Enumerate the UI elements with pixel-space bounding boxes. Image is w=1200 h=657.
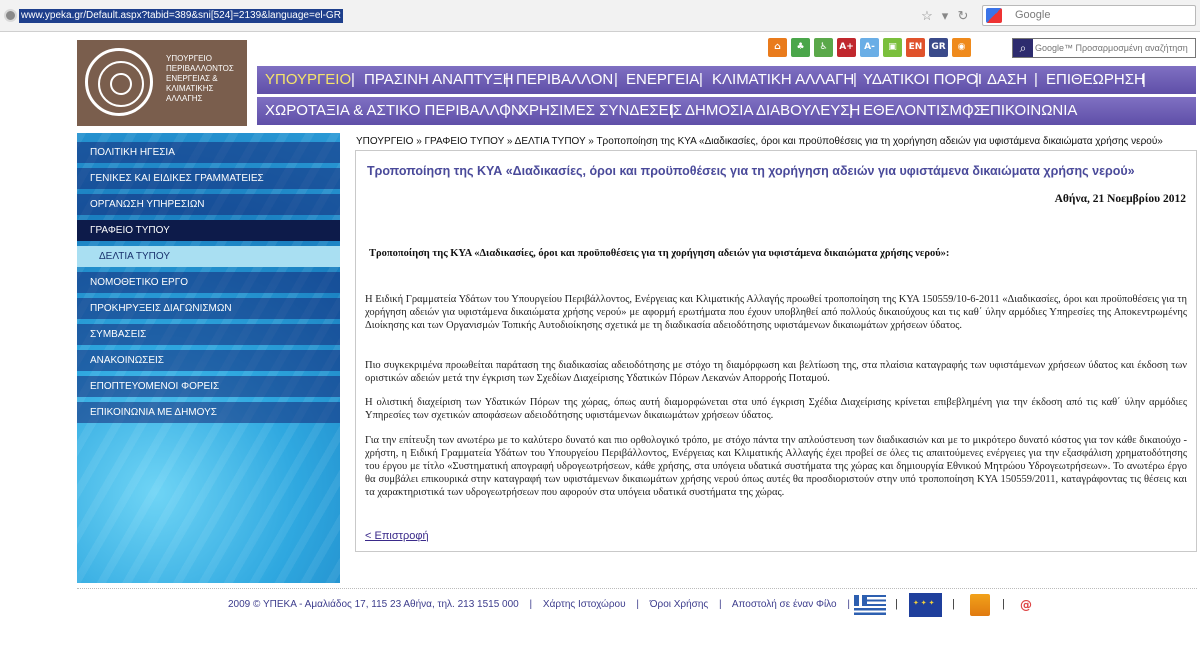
search-icon[interactable]: ⌕ — [1013, 39, 1033, 57]
font-smaller-icon[interactable]: A- — [860, 38, 879, 57]
footer-separator: | — [1002, 598, 1005, 610]
nav-energy[interactable]: ΕΝΕΡΓΕΙΑ — [626, 66, 699, 94]
bookmark-star-icon[interactable]: ☆ — [919, 7, 935, 25]
nav-separator: | — [1142, 71, 1146, 88]
eu-flag-icon[interactable] — [909, 593, 942, 617]
footer-separator: | — [636, 599, 639, 610]
site-search: ⌕ — [1012, 38, 1196, 58]
sidebar-item-contracts[interactable]: ΣΥΜΒΑΣΕΙΣ — [77, 324, 340, 345]
nav-inspection[interactable]: ΕΠΙΘΕΩΡΗΣΗ — [1046, 66, 1145, 94]
nav-environment[interactable]: ΠΕΡΙΒΑΛΛΟΝ — [516, 66, 613, 94]
nav-volunteering[interactable]: ΕΘΕΛΟΝΤΙΣΜΟΣ — [863, 97, 983, 125]
nav-separator: | — [967, 102, 971, 119]
article-paragraph: Πιο συγκεκριμένα προωθείται παράταση της… — [365, 360, 1187, 384]
nav-public-consultation[interactable]: ΔΗΜΟΣΙΑ ΔΙΑΒΟΥΛΕΥΣΗ — [685, 97, 860, 125]
article-content: Τροποποίηση της ΚΥΑ «Διαδικασίες, όροι κ… — [355, 150, 1197, 552]
article-date: Αθήνα, 21 Νοεμβρίου 2012 — [1054, 193, 1186, 205]
nav-separator: | — [351, 71, 355, 88]
footer-separator: | — [719, 599, 722, 610]
logo-emblem-icon — [85, 48, 153, 116]
address-bar[interactable]: www.ypeka.gr/Default.aspx?tabid=389&sni[… — [19, 9, 343, 23]
nav-separator: | — [504, 102, 508, 119]
sidebar-item-municipalities-contact[interactable]: ΕΠΙΚΟΙΝΩΝΙΑ ΜΕ ΔΗΜΟΥΣ — [77, 402, 340, 423]
sidebar-item-legislation[interactable]: ΝΟΜΟΘΕΤΙΚΟ ΕΡΓΟ — [77, 272, 340, 293]
nav-contact[interactable]: ΕΠΙΚΟΙΝΩΝΙΑ — [980, 97, 1077, 125]
nav-separator: | — [849, 102, 853, 119]
article-paragraph: Η ολιστική διαχείριση των Υδατικών Πόρων… — [365, 397, 1187, 421]
sidebar-item-announcements[interactable]: ΑΝΑΚΟΙΝΩΣΕΙΣ — [77, 350, 340, 371]
page-title: Τροποποίηση της ΚΥΑ «Διαδικασίες, όροι κ… — [367, 164, 1135, 178]
nav-spatial-planning[interactable]: ΧΩΡΟΤΑΞΙΑ & ΑΣΤΙΚΟ ΠΕΡΙΒΑΛΛΟΝ — [265, 97, 522, 125]
search-input[interactable] — [1035, 40, 1195, 56]
site-identity-icon[interactable] — [4, 9, 17, 22]
footer-link-sitemap[interactable]: Χάρτης Ιστοχώρου — [543, 599, 626, 610]
logo-text: ΥΠΟΥΡΓΕΙΟ ΠΕΡΙΒΑΛΛΟΝΤΟΣ ΕΝΕΡΓΕΙΑΣ & ΚΛΙΜ… — [166, 54, 246, 104]
nav-water-resources[interactable]: ΥΔΑΤΙΚΟΙ ΠΟΡΟΙ — [863, 66, 982, 94]
google-icon — [986, 8, 1002, 23]
sidebar-subitem-press-releases[interactable]: ΔΕΛΤΙΑ ΤΥΠΟΥ — [77, 246, 340, 267]
sidebar-item-organization[interactable]: ΟΡΓΑΝΩΣΗ ΥΠΗΡΕΣΙΩΝ — [77, 194, 340, 215]
footer-link-terms[interactable]: Όροι Χρήσης — [650, 599, 708, 610]
nav-climate-change[interactable]: ΚΛΙΜΑΤΙΚΗ ΑΛΛΑΓΗ — [712, 66, 854, 94]
sidebar-item-supervised-bodies[interactable]: ΕΠΟΠΤΕΥΟΜΕΝΟΙ ΦΟΡΕΙΣ — [77, 376, 340, 397]
footer-separator: | — [847, 599, 850, 610]
nav-separator: | — [853, 71, 857, 88]
home-icon[interactable]: ⌂ — [768, 38, 787, 57]
nav-useful-links[interactable]: ΧΡΗΣΙΜΕΣ ΣΥΝΔΕΣΕΙΣ — [519, 97, 682, 125]
article-paragraph: Η Ειδική Γραμματεία Υδάτων του Υπουργείο… — [365, 294, 1187, 331]
rss-icon[interactable]: ◉ — [952, 38, 971, 57]
sidebar-item-political-leadership[interactable]: ΠΟΛΙΤΙΚΗ ΗΓΕΣΙΑ — [77, 142, 340, 163]
nav-separator: | — [505, 71, 509, 88]
greek-icon[interactable]: GR — [929, 38, 948, 57]
nav-ministry[interactable]: ΥΠΟΥΡΓΕΙΟ — [265, 66, 351, 94]
logo-line: ΠΕΡΙΒΑΛΛΟΝΤΟΣ — [166, 64, 234, 73]
footer-link-send-to-friend[interactable]: Αποστολή σε έναν Φίλο — [732, 599, 837, 610]
footer-separator: | — [952, 598, 955, 610]
sidebar-item-press-office[interactable]: ΓΡΑΦΕΙΟ ΤΥΠΟΥ — [77, 220, 340, 241]
email-icon[interactable]: @ — [1020, 598, 1044, 612]
sitemap-icon[interactable]: ♣ — [791, 38, 810, 57]
dropdown-icon[interactable]: ▾ — [937, 7, 953, 25]
logo-line: ΕΝΕΡΓΕΙΑΣ & — [166, 74, 218, 83]
secondary-nav: ΧΩΡΟΤΑΞΙΑ & ΑΣΤΙΚΟ ΠΕΡΙΒΑΛΛΟΝ | ΧΡΗΣΙΜΕΣ… — [257, 97, 1196, 125]
nav-separator: | — [975, 71, 979, 88]
english-icon[interactable]: EN — [906, 38, 925, 57]
nav-separator: | — [699, 71, 703, 88]
breadcrumb[interactable]: ΥΠΟΥΡΓΕΙΟ » ΓΡΑΦΕΙΟ ΤΥΠΟΥ » ΔΕΛΤΙΑ ΤΥΠΟΥ… — [356, 136, 1196, 147]
sidebar: ΠΟΛΙΤΙΚΗ ΗΓΕΣΙΑ ΓΕΝΙΚΕΣ ΚΑΙ ΕΙΔΙΚΕΣ ΓΡΑΜ… — [77, 133, 340, 583]
browser-toolbar: www.ypeka.gr/Default.aspx?tabid=389&sni[… — [0, 0, 1200, 32]
back-link[interactable]: < Επιστροφή — [365, 530, 429, 542]
footer-separator: | — [895, 598, 898, 610]
greek-flag-icon[interactable] — [854, 595, 886, 615]
logo-line: ΑΛΛΑΓΗΣ — [166, 94, 203, 103]
nav-green-growth[interactable]: ΠΡΑΣΙΝΗ ΑΝΑΠΤΥΞΗ — [364, 66, 514, 94]
sidebar-item-tenders[interactable]: ΠΡΟΚΗΡΥΞΕΙΣ ΔΙΑΓΩΝΙΣΜΩΝ — [77, 298, 340, 319]
primary-nav: ΥΠΟΥΡΓΕΙΟ | ΠΡΑΣΙΝΗ ΑΝΑΠΤΥΞΗ | ΠΕΡΙΒΑΛΛΟ… — [257, 66, 1196, 94]
print-icon[interactable]: ▣ — [883, 38, 902, 57]
footer-separator: | — [529, 599, 533, 610]
reload-icon[interactable]: ↻ — [955, 7, 971, 25]
logo-line: ΥΠΟΥΡΓΕΙΟ — [166, 54, 212, 63]
browser-search-box[interactable]: Google — [982, 5, 1196, 26]
logo-line: ΚΛΙΜΑΤΙΚΗΣ — [166, 84, 214, 93]
address-bar-buttons: ☆ ▾ ↻ — [915, 7, 977, 25]
ministry-logo[interactable]: ΥΠΟΥΡΓΕΙΟ ΠΕΡΙΒΑΛΛΟΝΤΟΣ ΕΝΕΡΓΕΙΑΣ & ΚΛΙΜ… — [77, 40, 247, 126]
article-paragraph: Για την επίτευξη των ανωτέρω με το καλύτ… — [365, 435, 1187, 498]
nav-separator: | — [1034, 71, 1038, 88]
sidebar-item-secretariats[interactable]: ΓΕΝΙΚΕΣ ΚΑΙ ΕΙΔΙΚΕΣ ΓΡΑΜΜΑΤΕΙΕΣ — [77, 168, 340, 189]
article-subheading: Τροποποίηση της ΚΥΑ «Διαδικασίες, όροι κ… — [369, 248, 950, 259]
accessibility-badge-icon[interactable] — [970, 594, 990, 616]
font-larger-icon[interactable]: A+ — [837, 38, 856, 57]
footer-copyright: 2009 © ΥΠΕΚΑ - Αμαλιάδος 17, 115 23 Αθήν… — [228, 599, 519, 610]
nav-separator: | — [670, 102, 674, 119]
footer-divider — [77, 588, 1197, 589]
nav-forests[interactable]: ΔΑΣΗ — [987, 66, 1027, 94]
footer: 2009 © ΥΠΕΚΑ - Αμαλιάδος 17, 115 23 Αθήν… — [228, 599, 858, 615]
accessibility-icon[interactable]: ♿ — [814, 38, 833, 57]
browser-search-placeholder: Google — [1015, 9, 1051, 21]
nav-separator: | — [614, 71, 618, 88]
